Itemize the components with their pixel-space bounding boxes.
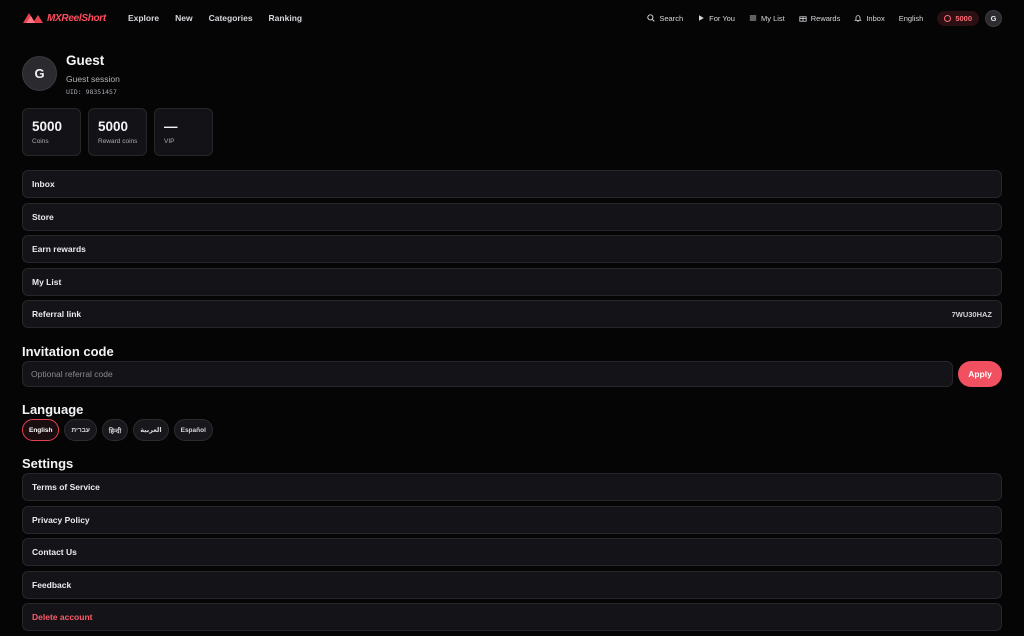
coin-icon	[944, 14, 952, 22]
apply-button[interactable]: Apply	[958, 361, 1002, 387]
profile-header: G Guest Guest session UID: 98351457	[22, 52, 120, 96]
row-label: My List	[32, 276, 62, 287]
row-label: Store	[32, 211, 54, 222]
brand-name: MXReelShort	[47, 12, 106, 24]
settings-row-feedback[interactable]: Feedback	[22, 570, 1002, 599]
menu-row-store[interactable]: Store	[22, 202, 1002, 231]
stat-card-coins: 5000 Coins	[22, 108, 81, 156]
secondary-nav: Search For You My List Rewards Inbox Eng…	[647, 9, 1002, 27]
avatar: G	[22, 56, 57, 91]
nav-language-label: English	[898, 13, 924, 23]
gift-icon	[799, 16, 807, 22]
nav-search-label: Search	[659, 13, 684, 23]
nav-rewards[interactable]: Rewards	[799, 13, 841, 23]
stat-value: 5000	[98, 119, 129, 134]
language-chip-arabic[interactable]: العربية	[133, 419, 169, 441]
nav-search[interactable]: Search	[647, 14, 683, 23]
nav-inbox-label: Inbox	[866, 13, 885, 23]
bell-icon	[854, 15, 863, 22]
row-label: Contact Us	[32, 547, 77, 557]
menu-row-referral-link[interactable]: Referral link 7WU30HAZ	[22, 300, 1002, 328]
menu-row-earn-rewards[interactable]: Earn rewards	[22, 235, 1002, 263]
language-chip-hindi[interactable]: हिन्दी	[101, 419, 129, 441]
stat-label: Coins	[32, 138, 49, 145]
stat-value: 5000	[32, 119, 63, 134]
stat-card-reward-coins: 5000 Reward coins	[88, 108, 147, 156]
list-icon	[749, 15, 757, 21]
coin-balance-pill[interactable]: 5000	[937, 10, 979, 26]
row-label: Privacy Policy	[32, 514, 90, 525]
row-label: Terms of Service	[32, 482, 100, 492]
referral-code: 7WU30HAZ	[951, 309, 992, 319]
stat-card-vip: — VIP	[154, 108, 213, 156]
profile-uid: UID: 98351457	[66, 88, 117, 96]
menu-row-inbox[interactable]: Inbox	[22, 170, 1002, 198]
invitation-title: Invitation code	[22, 344, 114, 359]
logo-icon	[23, 13, 43, 23]
stat-value: —	[164, 119, 178, 134]
settings-row-privacy[interactable]: Privacy Policy	[22, 505, 1002, 534]
nav-for-you-label: For You	[709, 13, 735, 23]
settings-row-terms[interactable]: Terms of Service	[22, 473, 1002, 501]
settings-row-delete-account[interactable]: Delete account	[22, 603, 1002, 631]
stats-cards: 5000 Coins 5000 Reward coins — VIP	[22, 108, 213, 156]
top-nav-bar: MXReelShort Explore New Categories Ranki…	[0, 0, 1024, 36]
row-label: Inbox	[32, 179, 55, 189]
row-label: Referral link	[32, 309, 82, 319]
stat-label: VIP	[164, 138, 175, 145]
nav-rewards-label: Rewards	[810, 13, 841, 23]
language-chip-hebrew[interactable]: עברית	[64, 419, 97, 441]
nav-for-you[interactable]: For You	[697, 14, 735, 23]
language-options: English עברית हिन्दी العربية Español	[22, 419, 213, 441]
nav-language[interactable]: English	[899, 14, 924, 23]
brand-logo[interactable]: MXReelShort	[22, 11, 106, 25]
user-avatar-button[interactable]: G	[985, 9, 1002, 27]
menu-row-my-list[interactable]: My List	[22, 267, 1002, 296]
nav-new[interactable]: New	[175, 13, 192, 23]
row-label: Feedback	[32, 579, 72, 590]
row-label: Delete account	[32, 612, 93, 622]
settings-title: Settings	[22, 456, 74, 471]
play-icon	[699, 15, 704, 21]
coin-balance: 5000	[955, 13, 972, 23]
invitation-form: Apply	[22, 361, 1002, 387]
primary-nav: Explore New Categories Ranking	[128, 13, 302, 23]
row-label: Earn rewards	[32, 244, 86, 254]
nav-categories[interactable]: Categories	[209, 13, 253, 23]
settings-row-contact[interactable]: Contact Us	[22, 538, 1002, 566]
language-title: Language	[22, 402, 84, 417]
nav-my-list-label: My List	[760, 13, 785, 23]
invitation-code-input[interactable]	[22, 361, 953, 387]
nav-inbox[interactable]: Inbox	[854, 13, 885, 23]
nav-my-list[interactable]: My List	[749, 14, 785, 23]
nav-ranking[interactable]: Ranking	[269, 13, 303, 23]
settings-menu: Terms of Service Privacy Policy Contact …	[22, 473, 1002, 636]
language-chip-english[interactable]: English	[22, 419, 60, 441]
stat-label: Reward coins	[98, 138, 138, 145]
language-chip-spanish[interactable]: Español	[173, 419, 213, 441]
search-icon	[647, 14, 656, 22]
profile-name: Guest	[66, 53, 105, 68]
profile-session: Guest session	[66, 74, 120, 84]
account-menu: Inbox Store Earn rewards My List Referra…	[22, 170, 1002, 333]
nav-explore[interactable]: Explore	[128, 13, 159, 23]
